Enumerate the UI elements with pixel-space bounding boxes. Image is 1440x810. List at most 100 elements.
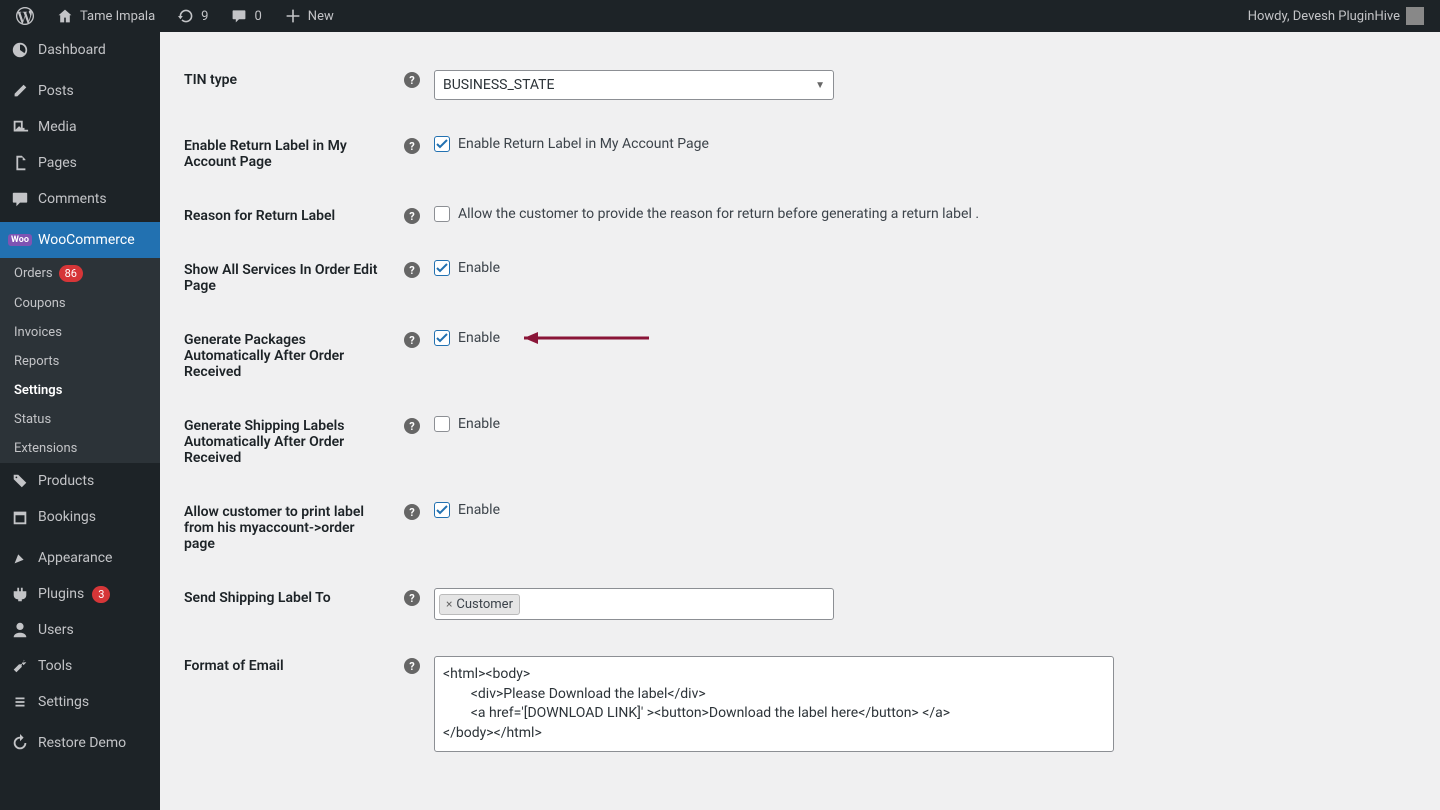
menu-label: Dashboard bbox=[38, 42, 106, 58]
menu-restore-demo[interactable]: Restore Demo bbox=[0, 725, 160, 761]
help-icon[interactable]: ? bbox=[404, 138, 420, 154]
menu-plugins[interactable]: Plugins3 bbox=[0, 576, 160, 612]
label-gen-packages: Generate Packages Automatically After Or… bbox=[184, 330, 404, 380]
label-allow-print: Allow customer to print label from his m… bbox=[184, 502, 404, 552]
help-icon[interactable]: ? bbox=[404, 590, 420, 606]
tag-label: Customer bbox=[456, 597, 513, 612]
home-icon bbox=[56, 7, 74, 25]
menu-woocommerce[interactable]: WooWooCommerce bbox=[0, 222, 160, 258]
comments-link[interactable]: 0 bbox=[222, 0, 269, 32]
calendar-icon bbox=[10, 507, 30, 527]
comment-icon bbox=[10, 189, 30, 209]
menu-products[interactable]: Products bbox=[0, 463, 160, 499]
checkbox-reason-return[interactable] bbox=[434, 206, 450, 222]
submenu-status[interactable]: Status bbox=[0, 405, 160, 434]
wp-logo[interactable] bbox=[8, 0, 42, 32]
howdy-text: Howdy, Devesh PluginHive bbox=[1248, 9, 1400, 24]
settings-icon bbox=[10, 692, 30, 712]
help-icon[interactable]: ? bbox=[404, 262, 420, 278]
menu-media[interactable]: Media bbox=[0, 109, 160, 145]
avatar-icon bbox=[1406, 7, 1424, 25]
menu-label: Settings bbox=[38, 694, 89, 710]
row-reason-return: Reason for Return Label ? Allow the cust… bbox=[184, 188, 1416, 242]
row-tin-type: TIN type ? BUSINESS_STATE ▼ bbox=[184, 52, 1416, 118]
tools-icon bbox=[10, 656, 30, 676]
label-show-services: Show All Services In Order Edit Page bbox=[184, 260, 404, 294]
updates-count: 9 bbox=[201, 9, 208, 24]
submenu-coupons[interactable]: Coupons bbox=[0, 289, 160, 318]
label-gen-labels: Generate Shipping Labels Automatically A… bbox=[184, 416, 404, 466]
checkbox-label: Enable bbox=[458, 502, 500, 518]
submenu-orders[interactable]: Orders86 bbox=[0, 258, 160, 289]
menu-appearance[interactable]: Appearance bbox=[0, 540, 160, 576]
plus-icon bbox=[284, 7, 302, 25]
submenu-settings[interactable]: Settings bbox=[0, 376, 160, 405]
help-icon[interactable]: ? bbox=[404, 332, 420, 348]
menu-posts[interactable]: Posts bbox=[0, 73, 160, 109]
woocommerce-submenu: Orders86 Coupons Invoices Reports Settin… bbox=[0, 258, 160, 463]
row-allow-print: Allow customer to print label from his m… bbox=[184, 484, 1416, 570]
appearance-icon bbox=[10, 548, 30, 568]
menu-label: Comments bbox=[38, 191, 107, 207]
wordpress-icon bbox=[16, 7, 34, 25]
label-return-label: Enable Return Label in My Account Page bbox=[184, 136, 404, 170]
my-account-link[interactable]: Howdy, Devesh PluginHive bbox=[1240, 0, 1432, 32]
plugins-badge: 3 bbox=[92, 586, 110, 603]
help-icon[interactable]: ? bbox=[404, 658, 420, 674]
submenu-invoices[interactable]: Invoices bbox=[0, 318, 160, 347]
submenu-extensions[interactable]: Extensions bbox=[0, 434, 160, 463]
checkbox-label: Enable bbox=[458, 260, 500, 276]
label-email-format: Format of Email bbox=[184, 656, 404, 674]
media-icon bbox=[10, 117, 30, 137]
menu-bookings[interactable]: Bookings bbox=[0, 499, 160, 535]
new-label: New bbox=[308, 9, 334, 24]
menu-label: Media bbox=[38, 119, 77, 135]
checkbox-allow-print[interactable] bbox=[434, 502, 450, 518]
menu-label: Products bbox=[38, 473, 94, 489]
help-icon[interactable]: ? bbox=[404, 418, 420, 434]
select-tin-type[interactable]: BUSINESS_STATE ▼ bbox=[434, 70, 834, 100]
row-gen-packages: Generate Packages Automatically After Or… bbox=[184, 312, 1416, 398]
checkbox-gen-labels[interactable] bbox=[434, 416, 450, 432]
checkbox-show-services[interactable] bbox=[434, 260, 450, 276]
menu-label: Pages bbox=[38, 155, 77, 171]
dashboard-icon bbox=[10, 40, 30, 60]
row-email-format: Format of Email ? <html><body> <div>Plea… bbox=[184, 638, 1416, 770]
checkbox-gen-packages[interactable] bbox=[434, 330, 450, 346]
tag-remove-icon[interactable]: × bbox=[446, 597, 452, 611]
row-send-to: Send Shipping Label To ? × Customer bbox=[184, 570, 1416, 638]
submenu-label: Coupons bbox=[14, 296, 66, 311]
menu-users[interactable]: Users bbox=[0, 612, 160, 648]
submenu-reports[interactable]: Reports bbox=[0, 347, 160, 376]
menu-tools[interactable]: Tools bbox=[0, 648, 160, 684]
comments-count: 0 bbox=[254, 9, 261, 24]
select-value: BUSINESS_STATE bbox=[443, 77, 555, 93]
row-gen-labels: Generate Shipping Labels Automatically A… bbox=[184, 398, 1416, 484]
label-reason-return: Reason for Return Label bbox=[184, 206, 404, 224]
help-icon[interactable]: ? bbox=[404, 208, 420, 224]
help-icon[interactable]: ? bbox=[404, 504, 420, 520]
checkbox-label: Enable Return Label in My Account Page bbox=[458, 136, 709, 152]
submenu-label: Invoices bbox=[14, 325, 62, 340]
menu-settings[interactable]: Settings bbox=[0, 684, 160, 720]
row-return-label: Enable Return Label in My Account Page ?… bbox=[184, 118, 1416, 188]
menu-label: Restore Demo bbox=[38, 735, 126, 751]
label-tin-type: TIN type bbox=[184, 70, 404, 88]
updates-link[interactable]: 9 bbox=[169, 0, 216, 32]
chevron-down-icon: ▼ bbox=[815, 80, 825, 91]
site-name-link[interactable]: Tame Impala bbox=[48, 0, 163, 32]
menu-label: Users bbox=[38, 622, 74, 638]
help-icon[interactable]: ? bbox=[404, 72, 420, 88]
tag-input-send-to[interactable]: × Customer bbox=[434, 588, 834, 620]
plugin-icon bbox=[10, 584, 30, 604]
menu-comments[interactable]: Comments bbox=[0, 181, 160, 217]
textarea-email-format[interactable]: <html><body> <div>Please Download the la… bbox=[434, 656, 1114, 752]
menu-dashboard[interactable]: Dashboard bbox=[0, 32, 160, 68]
checkbox-return-label[interactable] bbox=[434, 136, 450, 152]
submenu-label: Extensions bbox=[14, 441, 77, 456]
new-content-link[interactable]: New bbox=[276, 0, 342, 32]
settings-content: TIN type ? BUSINESS_STATE ▼ Enable Retur… bbox=[160, 32, 1440, 810]
label-send-to: Send Shipping Label To bbox=[184, 588, 404, 606]
menu-pages[interactable]: Pages bbox=[0, 145, 160, 181]
row-show-services: Show All Services In Order Edit Page ? E… bbox=[184, 242, 1416, 312]
